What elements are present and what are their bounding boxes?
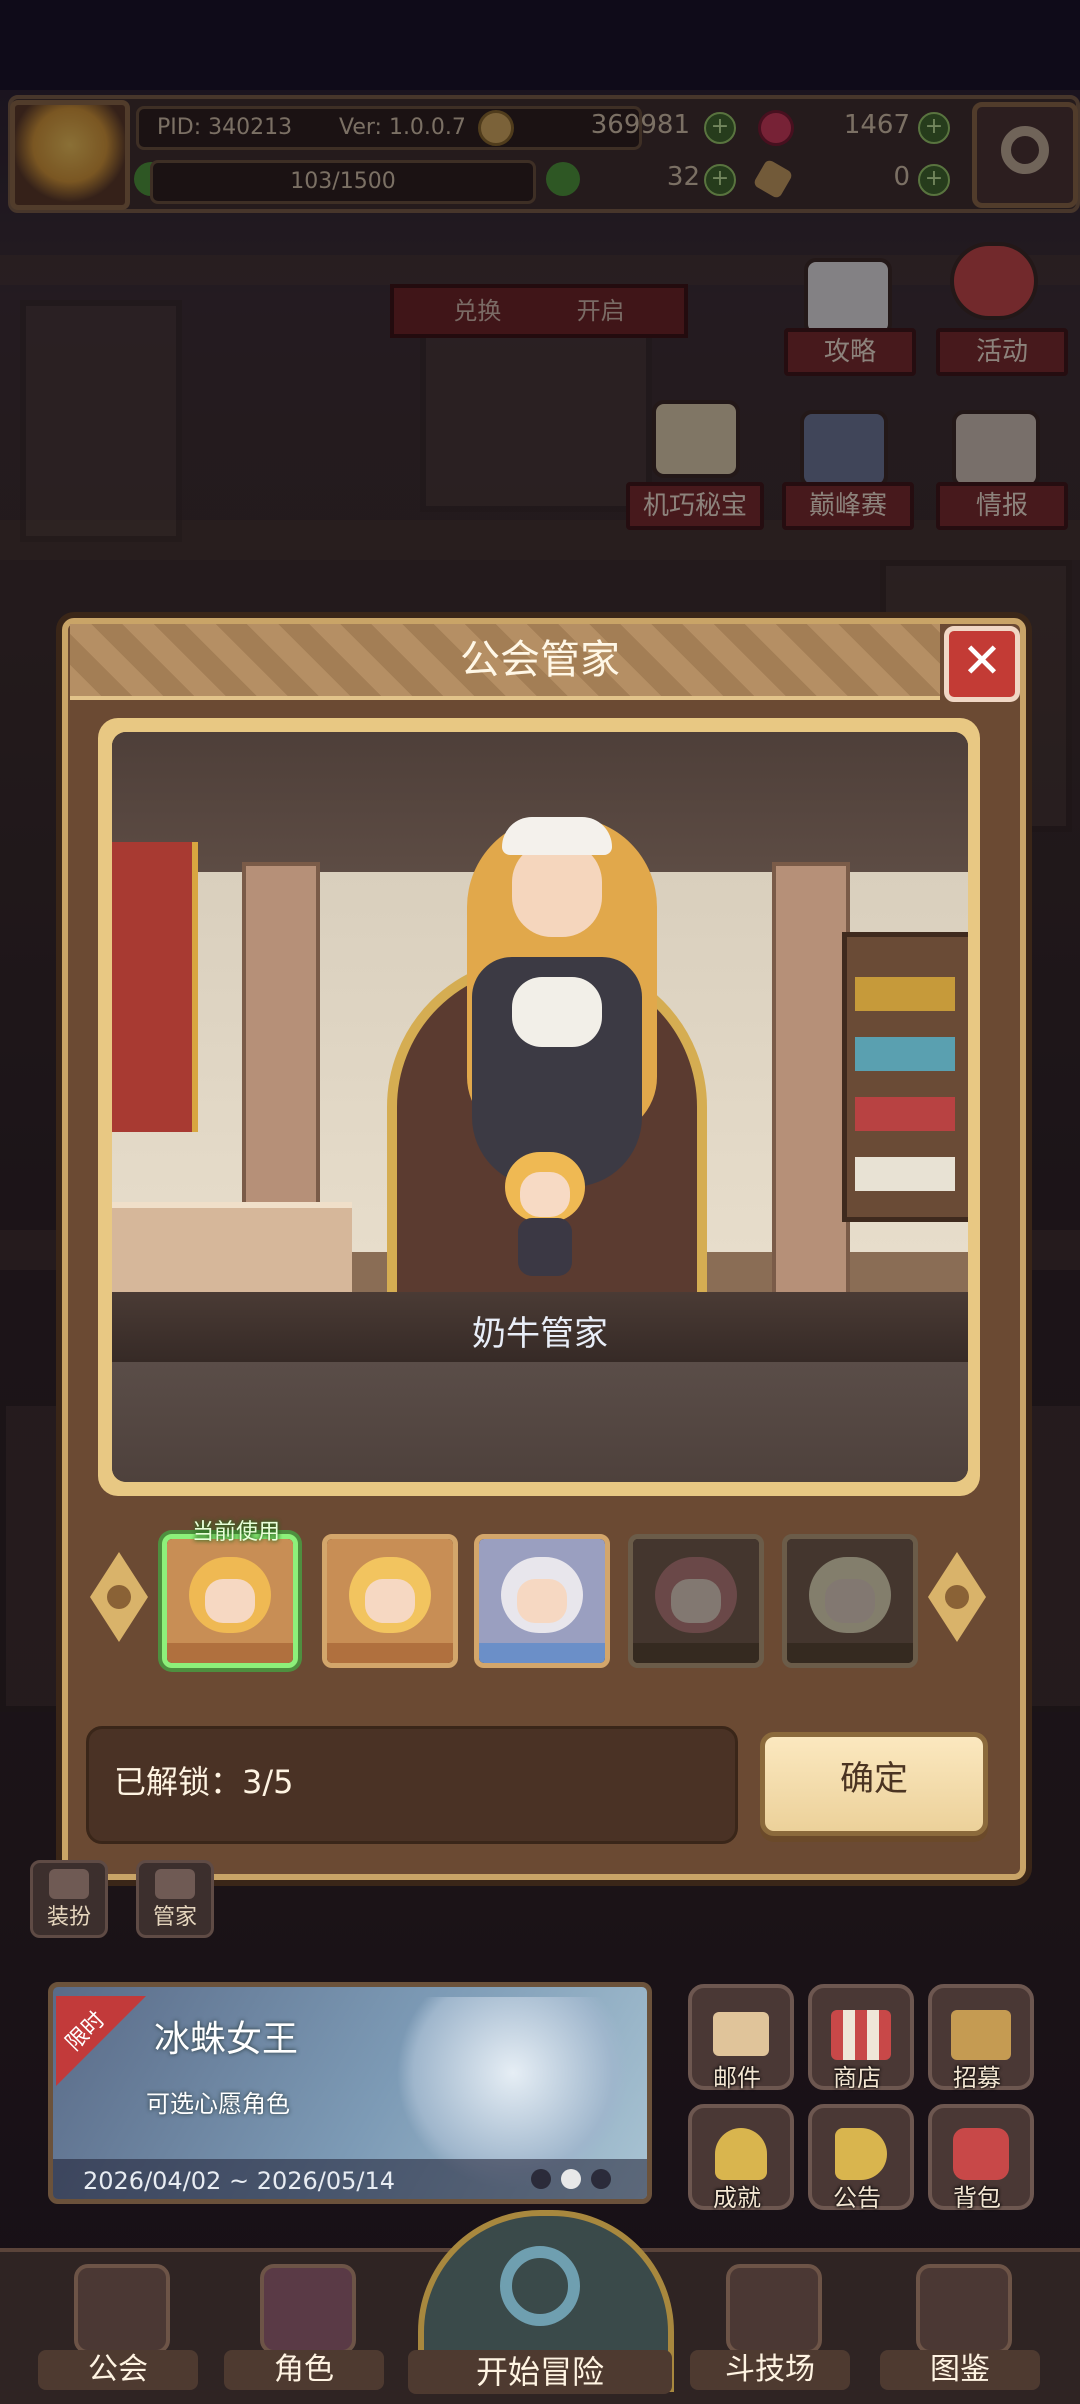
- mail-label: 邮件: [713, 2064, 761, 2092]
- page-dot-active: [561, 2169, 581, 2189]
- nav-character-label: 角色: [224, 2350, 384, 2390]
- nav-codex[interactable]: 图鉴: [880, 2256, 1040, 2396]
- current-in-use-tag: 当前使用: [191, 1520, 280, 1545]
- recruit-icon: [951, 2010, 1011, 2060]
- confirm-button[interactable]: 确定: [760, 1732, 988, 1836]
- character-name: 奶牛管家: [472, 1314, 608, 1354]
- page-dot: [531, 2169, 551, 2189]
- butler-illustration: [112, 732, 968, 1482]
- nav-character[interactable]: 角色: [224, 2256, 384, 2396]
- outfit-button[interactable]: 装扮: [30, 1860, 108, 1938]
- unlock-status: 已解锁：3/5: [114, 1756, 294, 1808]
- start-adventure-label: 开始冒险: [408, 2350, 672, 2394]
- mail-icon: [713, 2012, 769, 2056]
- blonde-maid-thumb[interactable]: [322, 1534, 458, 1668]
- close-button[interactable]: ✕: [944, 626, 1020, 702]
- event-dates: 2026/04/02 ~ 2026/05/14: [83, 2167, 396, 2195]
- start-adventure-button[interactable]: 开始冒险: [408, 2210, 674, 2400]
- shop-label: 商店: [833, 2064, 881, 2092]
- page-dot: [591, 2169, 611, 2189]
- event-subtitle: 可选心愿角色: [146, 2090, 290, 2118]
- butler-button[interactable]: 管家: [136, 1860, 214, 1938]
- pale-hair-thumb[interactable]: [782, 1534, 918, 1668]
- cow-maid-thumb[interactable]: [162, 1534, 298, 1668]
- chevron-left-icon: [107, 1585, 131, 1609]
- recruit-label: 招募: [953, 2064, 1001, 2092]
- shop-icon: [831, 2010, 891, 2060]
- dialog-title: 公会管家: [460, 637, 620, 683]
- white-hair-thumb[interactable]: [474, 1534, 610, 1668]
- magnifier-icon: [500, 2246, 580, 2326]
- pink-hair-thumb[interactable]: [628, 1534, 764, 1668]
- nav-codex-label: 图鉴: [880, 2350, 1040, 2390]
- unlock-count: 3/5: [242, 1763, 294, 1801]
- achievement-label: 成就: [713, 2184, 761, 2212]
- outfit-label: 装扮: [46, 1905, 91, 1930]
- megaphone-icon: [835, 2128, 887, 2180]
- nav-arena[interactable]: 斗技场: [690, 2256, 850, 2396]
- nav-guild-label: 公会: [38, 2350, 198, 2390]
- codex-book-icon: [916, 2264, 1012, 2354]
- character-icon: [260, 2264, 356, 2354]
- limited-event-banner[interactable]: 2026/04/02 ~ 2026/05/14: [48, 1982, 652, 2204]
- bag-label: 背包: [953, 2184, 1001, 2212]
- butler-label: 管家: [152, 1905, 197, 1930]
- close-icon: ✕: [961, 633, 1003, 689]
- outfit-icon: [49, 1869, 89, 1899]
- nav-arena-label: 斗技场: [690, 2350, 850, 2390]
- bag-icon: [953, 2128, 1009, 2180]
- guild-hall-icon: [74, 2264, 170, 2354]
- event-title: 冰蛛女王: [154, 2019, 299, 2060]
- butler-icon: [155, 1869, 195, 1899]
- trophy-icon: [715, 2128, 767, 2180]
- unlock-label: 已解锁：: [114, 1763, 243, 1801]
- crossed-swords-icon: [726, 2264, 822, 2354]
- chevron-right-icon: [945, 1585, 969, 1609]
- nav-guild[interactable]: 公会: [38, 2256, 198, 2396]
- notice-label: 公告: [833, 2184, 881, 2212]
